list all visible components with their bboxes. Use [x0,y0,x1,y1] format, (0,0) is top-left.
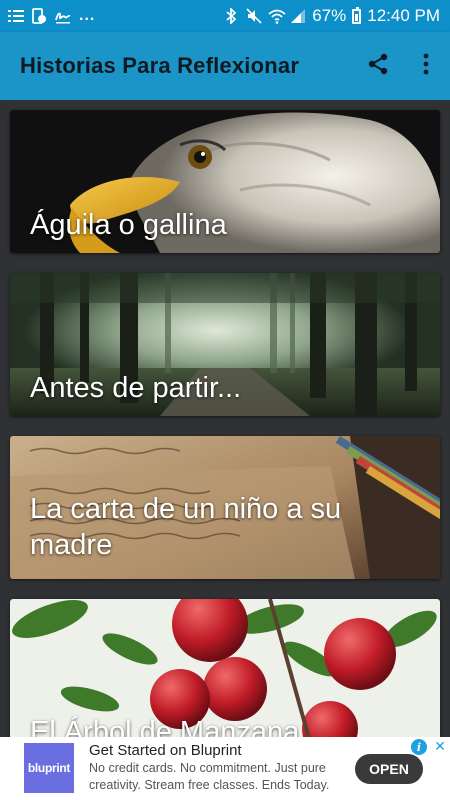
device-notification-icon [31,8,47,24]
story-card-arbol-manzana[interactable]: El Árbol de Manzana. [10,599,440,737]
battery-icon [352,6,362,24]
list-notification-icon [8,8,24,24]
share-icon [366,52,390,81]
ad-logo[interactable]: bluprint [24,743,74,793]
system-icons: 67% 12:40 PM [224,6,440,26]
more-notifications-indicator: ... [79,7,96,24]
ad-open-button[interactable]: OPEN [355,754,423,784]
signature-notification-icon [54,8,71,24]
more-vert-icon [422,52,430,81]
clock: 12:40 PM [367,6,440,25]
bluetooth-icon [224,6,240,26]
story-title: Águila o gallina [30,209,227,241]
story-title: El Árbol de Manzana. [30,716,308,737]
ad-headline: Get Started on Bluprint [89,742,242,759]
ad-text[interactable]: Get Started on Bluprint No credit cards.… [89,742,344,794]
battery-percentage: 67% [312,6,347,25]
story-list[interactable]: Águila o gallina Antes de partir... La c… [0,100,450,737]
share-button[interactable] [354,42,402,90]
overflow-menu-button[interactable] [402,42,450,90]
notification-icons: ... [8,7,95,25]
story-title: La carta de un niño a su madre [30,493,342,561]
story-card-aguila[interactable]: Águila o gallina [10,110,440,253]
cell-signal-icon [290,8,306,24]
mute-icon [246,8,262,24]
ad-close-icon[interactable]: ✕ [432,738,448,754]
story-title: Antes de partir... [30,372,242,404]
ad-choices-icon[interactable]: i [411,739,427,755]
story-card-carta-nino[interactable]: La carta de un niño a su madre [10,436,440,579]
wifi-icon [268,8,286,24]
ad-body: No credit cards. No commitment. Just pur… [89,761,330,792]
status-bar: ... 67% 12:40 PM [0,0,450,32]
app-bar: Historias Para Reflexionar [0,32,450,100]
story-card-antes-de-partir[interactable]: Antes de partir... [10,273,440,416]
app-actions [354,42,450,90]
ad-banner[interactable]: bluprint Get Started on Bluprint No cred… [0,737,450,800]
app-title: Historias Para Reflexionar [20,53,300,78]
